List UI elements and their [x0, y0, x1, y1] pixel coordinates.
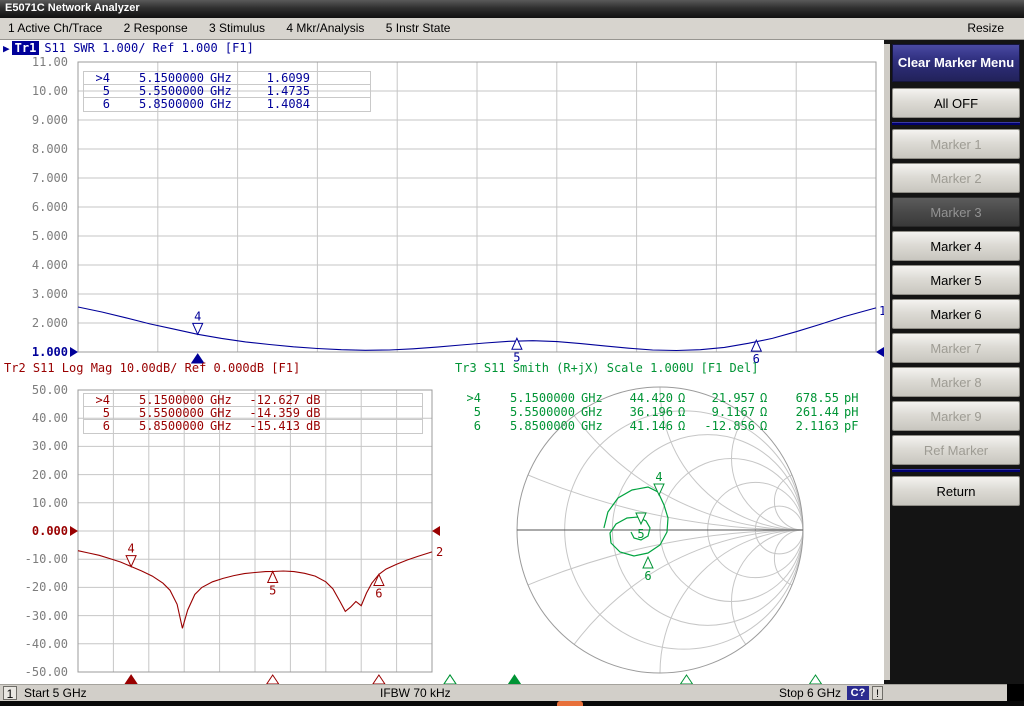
- softkey-marker-3[interactable]: Marker 3: [892, 197, 1020, 227]
- softkey-all-off[interactable]: All OFF: [892, 88, 1020, 118]
- analyzer-screen: E5071C Network Analyzer 1 Active Ch/Trac…: [0, 0, 1024, 706]
- softkey-return[interactable]: Return: [892, 476, 1020, 506]
- tr1-header: ▶Tr1 S11 SWR 1.000/ Ref 1.000 [F1]: [3, 41, 254, 55]
- menu-active-ch-trace[interactable]: 1 Active Ch/Trace: [8, 18, 102, 39]
- y-axis-label: 1.000: [8, 345, 68, 359]
- taskbar-peek: [557, 701, 583, 706]
- menu-mkr-analysis[interactable]: 4 Mkr/Analysis: [286, 18, 364, 39]
- y-axis-label: -50.00: [8, 665, 68, 679]
- softkey-scrollbar[interactable]: [884, 44, 890, 680]
- y-axis-label: 30.00: [8, 439, 68, 453]
- menu-stimulus[interactable]: 3 Stimulus: [209, 18, 265, 39]
- softkey-marker-8: Marker 8: [892, 367, 1020, 397]
- menu-resize[interactable]: Resize: [967, 18, 1004, 39]
- bottom-edge: [0, 701, 1024, 706]
- ifbw-label: IFBW 70 kHz: [380, 686, 451, 700]
- window-titlebar[interactable]: E5071C Network Analyzer: [0, 0, 1024, 18]
- stop-frequency-label: Stop 6 GHz: [779, 686, 841, 700]
- softkey-marker-6[interactable]: Marker 6: [892, 299, 1020, 329]
- softkey-marker-7: Marker 7: [892, 333, 1020, 363]
- y-axis-label: 4.000: [8, 258, 68, 272]
- cal-status-badge: C?: [847, 686, 869, 700]
- y-axis-label: 2.000: [8, 316, 68, 330]
- tr1-label: Tr1: [12, 41, 40, 55]
- softkey-ref-marker: Ref Marker: [892, 435, 1020, 465]
- menu-bar: 1 Active Ch/Trace 2 Response 3 Stimulus …: [0, 18, 1024, 40]
- y-axis-label: 7.000: [8, 171, 68, 185]
- y-axis-label: 11.00: [8, 55, 68, 69]
- window-title: E5071C Network Analyzer: [5, 2, 140, 14]
- tr1-format: S11 SWR 1.000/ Ref 1.000 [F1]: [44, 41, 254, 55]
- channel-number-badge: 1: [3, 686, 17, 700]
- y-axis-label: 0.000: [8, 524, 68, 538]
- y-axis-label: -20.00: [8, 580, 68, 594]
- softkey-separator: [892, 469, 1020, 472]
- start-frequency-label: Start 5 GHz: [24, 686, 87, 700]
- y-axis-label: 50.00: [8, 383, 68, 397]
- y-axis-label: 40.00: [8, 411, 68, 425]
- active-trace-arrow-icon: ▶: [3, 42, 10, 55]
- softkey-menu-title: Clear Marker Menu: [892, 44, 1020, 82]
- y-axis-label: 3.000: [8, 287, 68, 301]
- y-axis-label: 5.000: [8, 229, 68, 243]
- softkey-separator: [892, 122, 1020, 125]
- alert-badge: !: [872, 686, 883, 700]
- tr2-header: Tr2 S11 Log Mag 10.00dB/ Ref 0.000dB [F1…: [4, 361, 300, 375]
- softkey-marker-5[interactable]: Marker 5: [892, 265, 1020, 295]
- y-axis-label: 8.000: [8, 142, 68, 156]
- y-axis-label: -30.00: [8, 609, 68, 623]
- y-axis-label: 10.00: [8, 84, 68, 98]
- softkey-marker-9: Marker 9: [892, 401, 1020, 431]
- tr3-header: Tr3 S11 Smith (R+jX) Scale 1.000U [F1 De…: [455, 361, 758, 375]
- status-bar: 1 Start 5 GHz IFBW 70 kHz Stop 6 GHz C? …: [0, 684, 1007, 701]
- tr3-smith-plot-area[interactable]: [450, 387, 880, 673]
- y-axis-label: 20.00: [8, 468, 68, 482]
- softkey-marker-2: Marker 2: [892, 163, 1020, 193]
- tr1-plot-area[interactable]: [78, 62, 876, 352]
- y-axis-label: 10.00: [8, 496, 68, 510]
- y-axis-label: 6.000: [8, 200, 68, 214]
- y-axis-label: 9.000: [8, 113, 68, 127]
- softkey-panel: Clear Marker Menu All OFF Marker 1 Marke…: [884, 40, 1024, 684]
- tr2-plot-area[interactable]: [78, 390, 432, 672]
- menu-response[interactable]: 2 Response: [124, 18, 188, 39]
- softkey-marker-1: Marker 1: [892, 129, 1020, 159]
- y-axis-label: -10.00: [8, 552, 68, 566]
- softkey-marker-4[interactable]: Marker 4: [892, 231, 1020, 261]
- y-axis-label: -40.00: [8, 637, 68, 651]
- menu-instr-state[interactable]: 5 Instr State: [386, 18, 451, 39]
